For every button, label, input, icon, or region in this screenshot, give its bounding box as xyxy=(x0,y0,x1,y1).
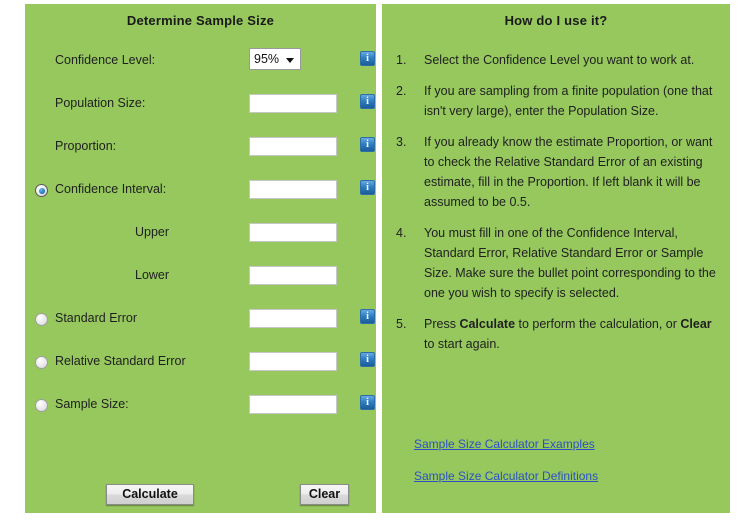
input-relative-standard-error[interactable] xyxy=(249,352,337,371)
link-sample-size-calculator-definitions[interactable]: Sample Size Calculator Definitions xyxy=(414,469,598,483)
instruction-step-text: If you are sampling from a finite popula… xyxy=(424,84,712,118)
instruction-fragment: Select the Confidence Level you want to … xyxy=(424,53,695,67)
select-value-confidence-level: 95% xyxy=(254,52,280,66)
input-lower[interactable] xyxy=(249,266,337,285)
instruction-fragment: If you already know the estimate Proport… xyxy=(424,135,713,209)
instruction-step: 5. Press Calculate to perform the calcula… xyxy=(382,314,730,354)
instruction-emphasis: Calculate xyxy=(459,317,516,331)
instruction-step: 4. You must fill in one of the Confidence… xyxy=(382,223,730,303)
instruction-fragment: If you are sampling from a finite popula… xyxy=(424,84,713,118)
radio-relative-standard-error[interactable] xyxy=(35,356,48,369)
info-icon-confidence-level[interactable]: i xyxy=(360,51,375,66)
instruction-fragment: to start again. xyxy=(424,337,500,351)
instruction-step-text: If you already know the estimate Proport… xyxy=(424,135,712,209)
form-row-confidence-interval: Confidence Interval: i xyxy=(25,171,376,214)
label-standard-error: Standard Error xyxy=(55,311,137,325)
determine-sample-size-panel: Determine Sample Size Confidence Level: 9… xyxy=(25,4,376,513)
label-proportion: Proportion: xyxy=(55,139,117,153)
form-row-relative-standard-error: Relative Standard Error i xyxy=(25,343,376,386)
label-sample-size: Sample Size: xyxy=(55,397,129,411)
radio-confidence-interval[interactable] xyxy=(35,184,48,197)
info-icon-proportion[interactable]: i xyxy=(360,137,375,152)
info-icon-population-size[interactable]: i xyxy=(360,94,375,109)
input-standard-error[interactable] xyxy=(249,309,337,328)
instruction-step-number: 2. xyxy=(396,84,407,98)
form-row-upper: Upper xyxy=(25,214,376,257)
label-confidence-interval: Confidence Interval: xyxy=(55,182,167,196)
select-confidence-level[interactable]: 95% xyxy=(249,48,301,70)
instruction-step-number: 3. xyxy=(396,135,407,149)
link-sample-size-calculator-examples[interactable]: Sample Size Calculator Examples xyxy=(414,437,598,451)
instruction-emphasis: Clear xyxy=(680,317,712,331)
instruction-step-text: Press Calculate to perform the calculati… xyxy=(424,317,712,351)
instruction-step-text: Select the Confidence Level you want to … xyxy=(424,53,694,67)
instruction-step-text: You must fill in one of the Confidence I… xyxy=(424,226,716,300)
instruction-step-number: 1. xyxy=(396,53,407,67)
panel-title-right: How do I use it? xyxy=(504,13,608,28)
panel-title-left: Determine Sample Size xyxy=(126,13,275,28)
form-row-proportion: Proportion: i xyxy=(25,128,376,171)
form-row-sample-size: Sample Size: i xyxy=(25,386,376,429)
label-lower: Lower xyxy=(135,268,170,282)
info-icon-standard-error[interactable]: i xyxy=(360,309,375,324)
input-upper[interactable] xyxy=(249,223,337,242)
instruction-step-number: 5. xyxy=(396,317,407,331)
form-row-lower: Lower xyxy=(25,257,376,300)
input-sample-size[interactable] xyxy=(249,395,337,414)
chevron-down-icon xyxy=(286,58,294,63)
info-icon-sample-size[interactable]: i xyxy=(360,395,375,410)
instruction-fragment: to perform the calculation, or xyxy=(515,317,681,331)
form-row-standard-error: Standard Error i xyxy=(25,300,376,343)
instruction-step: 3. If you already know the estimate Propo… xyxy=(382,132,730,212)
info-icon-relative-standard-error[interactable]: i xyxy=(360,352,375,367)
form-row-confidence-level: Confidence Level: 95% i xyxy=(25,42,376,85)
instructions-list: 1. Select the Confidence Level you want t… xyxy=(382,50,730,354)
instruction-fragment: Press xyxy=(424,317,460,331)
calculate-button[interactable]: Calculate xyxy=(106,484,194,505)
instruction-step: 1. Select the Confidence Level you want t… xyxy=(382,50,730,70)
instruction-step: 2. If you are sampling from a finite popu… xyxy=(382,81,730,121)
sample-size-form: Confidence Level: 95% i Population Size: i Pr… xyxy=(25,42,376,429)
sample-size-calculator-page: Determine Sample Size Confidence Level: 9… xyxy=(0,0,756,525)
instruction-fragment: You must fill in one of the Confidence I… xyxy=(424,226,716,300)
label-confidence-level: Confidence Level: xyxy=(55,53,156,67)
radio-standard-error[interactable] xyxy=(35,313,48,326)
instruction-step-number: 4. xyxy=(396,226,407,240)
label-population-size: Population Size: xyxy=(55,96,146,110)
input-population-size[interactable] xyxy=(249,94,337,113)
input-confidence-interval[interactable] xyxy=(249,180,337,199)
info-icon-confidence-interval[interactable]: i xyxy=(360,180,375,195)
form-row-population-size: Population Size: i xyxy=(25,85,376,128)
related-links: Sample Size Calculator Examples Sample Si… xyxy=(414,437,598,501)
clear-button[interactable]: Clear xyxy=(300,484,349,505)
input-proportion[interactable] xyxy=(249,137,337,156)
label-upper: Upper xyxy=(135,225,170,239)
how-do-i-use-it-panel: How do I use it? 1. Select the Confidence… xyxy=(382,4,730,513)
radio-sample-size[interactable] xyxy=(35,399,48,412)
label-relative-standard-error: Relative Standard Error xyxy=(55,354,186,368)
